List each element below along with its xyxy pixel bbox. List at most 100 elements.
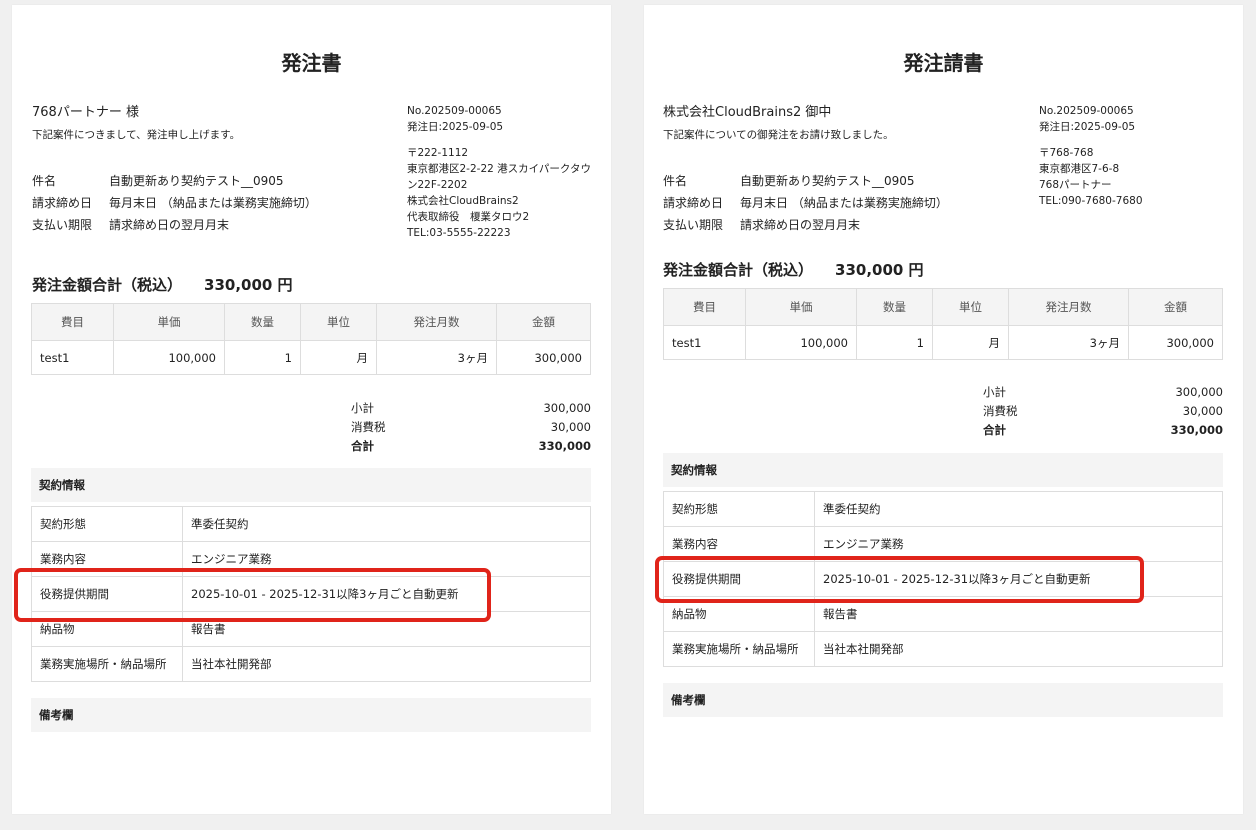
highlight-box-left [14, 568, 491, 622]
table-row: test1 100,000 1 月 3ヶ月 300,000 [663, 325, 1223, 360]
contract-value: 当社本社開発部 [814, 631, 1223, 667]
info-label: 請求締め日 [32, 196, 93, 210]
info-label: 請求締め日 [663, 196, 724, 210]
line-items-table: 費目 単価 数量 単位 発注月数 金額 test1 100,000 1 月 3ヶ… [663, 288, 1223, 360]
subtotal-row: 小計 300,000 [983, 383, 1223, 402]
purchase-order-page: 発注書 768パートナー 様 下記案件につきまして、発注申し上げます。 件名 自動… [12, 5, 611, 814]
tax-value: 30,000 [1182, 404, 1223, 418]
contract-row: 業務実施場所・納品場所 当社本社開発部 [31, 646, 591, 682]
contract-row: 契約形態 準委任契約 [31, 506, 591, 542]
contract-key: 業務実施場所・納品場所 [663, 631, 815, 667]
cell-item: test1 [663, 325, 746, 360]
issuer-block: No.202509-00065 発注日:2025-09-05 〒768-768 … [1039, 103, 1229, 209]
col-header: 数量 [224, 303, 301, 341]
order-date: 発注日:2025-09-05 [407, 121, 504, 133]
info-row-closing: 請求締め日 毎月末日 （納品または業務実施締切） [32, 192, 317, 214]
col-header: 金額 [496, 303, 591, 341]
col-header: 金額 [1128, 288, 1223, 326]
intro-text: 下記案件につきまして、発注申し上げます。 [32, 129, 241, 141]
recipient-name: 768パートナー 様 [32, 105, 139, 120]
info-value: 毎月末日 （納品または業務実施締切） [740, 196, 948, 210]
contract-value: 当社本社開発部 [182, 646, 591, 682]
company-name: 株式会社CloudBrains2 [407, 195, 519, 207]
table-row: test1 100,000 1 月 3ヶ月 300,000 [31, 340, 591, 375]
tax-row: 消費税 30,000 [351, 418, 591, 437]
order-total: 発注金額合計（税込） 330,000 円 [663, 259, 924, 280]
contract-row: 契約形態 準委任契約 [663, 491, 1223, 527]
col-header: 数量 [856, 288, 933, 326]
issuer-block: No.202509-00065 発注日:2025-09-05 〒222-1112… [407, 103, 597, 241]
info-value: 請求締め日の翌月月末 [740, 218, 861, 232]
col-header: 費目 [663, 288, 746, 326]
line-items-table: 費目 単価 数量 単位 発注月数 金額 test1 100,000 1 月 3ヶ… [31, 303, 591, 375]
subtotal-row: 小計 300,000 [351, 399, 591, 418]
info-value: 自動更新あり契約テスト__0905 [109, 174, 284, 188]
info-label: 支払い期限 [663, 218, 724, 232]
cell-amount: 300,000 [1128, 325, 1223, 360]
subtotal-label: 小計 [983, 385, 1006, 399]
representative: 代表取締役 榎業タロウ2 [407, 211, 530, 223]
contract-value: 準委任契約 [814, 491, 1223, 527]
document-title: 発注書 [281, 51, 342, 75]
remarks-section-header: 備考欄 [663, 683, 1223, 717]
contract-section-header: 契約情報 [663, 453, 1223, 487]
info-value: 毎月末日 （納品または業務実施締切） [109, 196, 317, 210]
postal-code: 〒222-1112 [407, 147, 469, 159]
cell-months: 3ヶ月 [376, 340, 497, 375]
contract-key: 契約形態 [663, 491, 815, 527]
tax-label: 消費税 [983, 404, 1018, 418]
info-label: 支払い期限 [32, 218, 93, 232]
col-header: 単価 [745, 288, 857, 326]
cell-unit-price: 100,000 [113, 340, 225, 375]
info-row-payment: 支払い期限 請求締め日の翌月月末 [32, 214, 317, 236]
contract-key: 契約形態 [31, 506, 183, 542]
col-header: 発注月数 [376, 303, 497, 341]
contract-section-header: 契約情報 [31, 468, 591, 502]
col-header: 発注月数 [1008, 288, 1129, 326]
subtotal-label: 小計 [351, 401, 374, 415]
col-header: 単位 [932, 288, 1009, 326]
remarks-section-header: 備考欄 [31, 698, 591, 732]
document-title: 発注請書 [903, 51, 984, 75]
col-header: 費目 [31, 303, 114, 341]
info-row-closing: 請求締め日 毎月末日 （納品または業務実施締切） [663, 192, 948, 214]
contract-key: 業務実施場所・納品場所 [31, 646, 183, 682]
grand-value: 330,000 [1170, 423, 1223, 437]
phone: TEL:090-7680-7680 [1039, 195, 1143, 207]
cell-quantity: 1 [224, 340, 301, 375]
total-amount: 330,000 円 [204, 276, 293, 294]
table-header-row: 費目 単価 数量 単位 発注月数 金額 [31, 303, 591, 341]
tax-row: 消費税 30,000 [983, 402, 1223, 421]
cell-unit: 月 [932, 325, 1009, 360]
grand-value: 330,000 [538, 439, 591, 453]
info-row-payment: 支払い期限 請求締め日の翌月月末 [663, 214, 948, 236]
grand-total-row: 合計 330,000 [983, 421, 1223, 440]
order-info: 件名 自動更新あり契約テスト__0905 請求締め日 毎月末日 （納品または業務実施… [663, 170, 948, 236]
info-label: 件名 [663, 174, 688, 188]
info-row-subject: 件名 自動更新あり契約テスト__0905 [663, 170, 948, 192]
subtotal-value: 300,000 [543, 401, 591, 415]
cell-quantity: 1 [856, 325, 933, 360]
info-value: 自動更新あり契約テスト__0905 [740, 174, 915, 188]
info-row-subject: 件名 自動更新あり契約テスト__0905 [32, 170, 317, 192]
info-label: 件名 [32, 174, 57, 188]
tax-value: 30,000 [550, 420, 591, 434]
address: 東京都港区2-2-22 港スカイパークタウン22F-2202 [407, 163, 592, 191]
company-name: 768パートナー [1039, 179, 1112, 191]
cell-months: 3ヶ月 [1008, 325, 1129, 360]
contract-value: 準委任契約 [182, 506, 591, 542]
contract-row: 業務実施場所・納品場所 当社本社開発部 [663, 631, 1223, 667]
postal-code: 〒768-768 [1039, 147, 1094, 159]
intro-text: 下記案件についての御発注をお請け致しました。 [663, 129, 894, 141]
cell-item: test1 [31, 340, 114, 375]
grand-total-row: 合計 330,000 [351, 437, 591, 456]
tax-label: 消費税 [351, 420, 386, 434]
cell-amount: 300,000 [496, 340, 591, 375]
phone: TEL:03-5555-22223 [407, 227, 511, 239]
subtotal-value: 300,000 [1175, 385, 1223, 399]
grand-label: 合計 [351, 439, 374, 453]
summary-block: 小計 300,000 消費税 30,000 合計 330,000 [983, 383, 1223, 440]
table-header-row: 費目 単価 数量 単位 発注月数 金額 [663, 288, 1223, 326]
order-date: 発注日:2025-09-05 [1039, 121, 1136, 133]
cell-unit: 月 [300, 340, 377, 375]
